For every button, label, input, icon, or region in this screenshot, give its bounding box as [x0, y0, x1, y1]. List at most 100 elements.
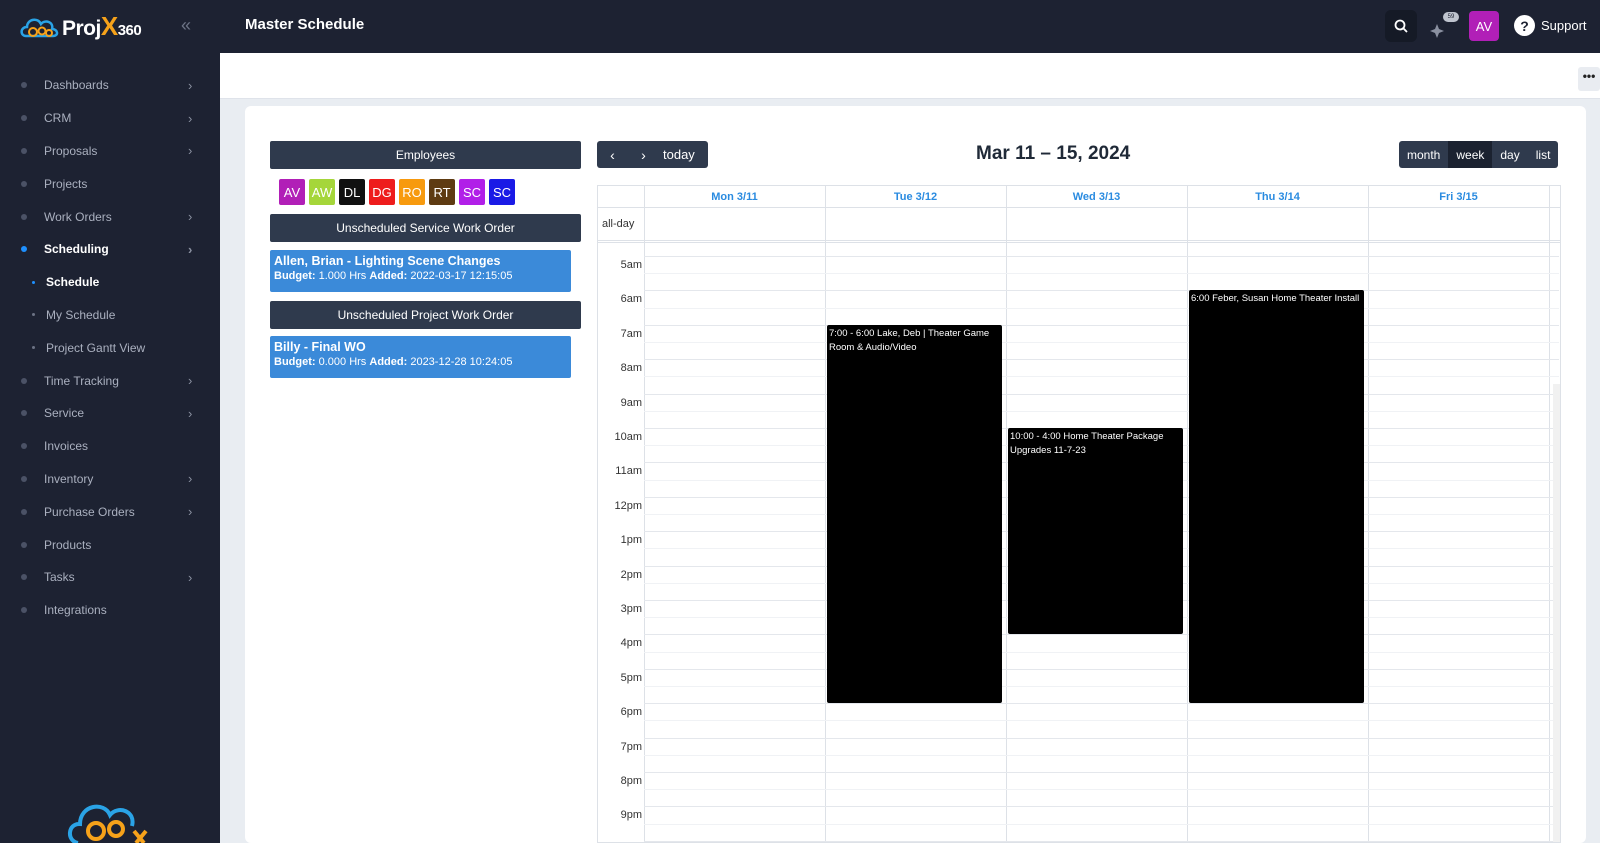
bullet-icon [21, 443, 27, 450]
employee-badge[interactable]: RT [429, 179, 455, 205]
sidebar-item-label: Dashboards [44, 78, 109, 93]
work-order-meta: Budget: 1.000 Hrs Added: 2022-03-17 12:1… [274, 270, 513, 282]
sidebar-subitem-label: Schedule [46, 275, 100, 290]
calendar-event[interactable]: 6:00 Feber, Susan Home Theater Install [1189, 290, 1364, 704]
calendar-event[interactable]: 10:00 - 4:00 Home Theater Package Upgrad… [1008, 428, 1183, 635]
employee-badge[interactable]: DL [339, 179, 365, 205]
calendar-scrollbar[interactable] [1553, 384, 1560, 842]
hour-gridline [644, 737, 1559, 739]
employee-badge[interactable]: AV [279, 179, 305, 205]
grid-divider [598, 207, 1560, 208]
bullet-icon [21, 180, 27, 187]
calendar-event[interactable]: 7:00 - 6:00 Lake, Deb | Theater Game Roo… [827, 324, 1002, 704]
search-button[interactable] [1385, 10, 1417, 42]
time-grid: 5am 6am 7am 8am 9am 10am 11am 12pm 1pm 2pm 3pm 4pm 5… [598, 242, 1560, 842]
half-hour-gridline [644, 651, 1559, 653]
employee-badge[interactable]: SC [489, 179, 515, 205]
sidebar-item-dashboards[interactable]: Dashboards › [0, 69, 220, 102]
time-slot-label: 7pm [620, 740, 642, 753]
sidebar-item-label: Projects [44, 176, 88, 191]
bullet-icon [21, 574, 27, 581]
hour-gridline [644, 359, 1559, 361]
sidebar-item-inventory[interactable]: Inventory › [0, 463, 220, 496]
sidebar-subitem-label: Project Gantt View [46, 340, 146, 355]
time-slot-label: 9pm [620, 809, 642, 822]
hour-gridline [644, 703, 1559, 705]
day-column-header[interactable]: Wed 3/13 [1006, 186, 1187, 207]
hour-gridline [644, 772, 1559, 773]
half-hour-gridline [644, 376, 1559, 378]
view-day-button[interactable]: day [1492, 141, 1528, 168]
bullet-icon [32, 346, 35, 350]
sidebar-item-invoices[interactable]: Invoices [0, 430, 220, 463]
collapse-sidebar-icon[interactable]: « [181, 15, 191, 36]
chevron-right-icon: › [188, 405, 193, 421]
employee-filter-list: AV AW DL DG RO RT SC SC [279, 179, 515, 205]
time-slot-label: 6pm [620, 706, 642, 719]
sidebar-item-purchase-orders[interactable]: Purchase Orders › [0, 495, 220, 528]
hour-gridline [644, 324, 1559, 326]
sidebar-item-label: Service [44, 406, 85, 421]
view-month-button[interactable]: month [1399, 141, 1449, 168]
support-link[interactable]: ? Support [1514, 15, 1587, 36]
calendar-title: Mar 11 – 15, 2024 [976, 143, 1131, 164]
sidebar-item-work-orders[interactable]: Work Orders › [0, 200, 220, 233]
bullet-icon [32, 313, 35, 317]
sidebar-item-integrations[interactable]: Integrations [0, 594, 220, 627]
employee-badge[interactable]: AW [309, 179, 335, 205]
chevron-right-icon: › [188, 143, 193, 159]
bullet-icon [21, 115, 27, 122]
unscheduled-service-header: Unscheduled Service Work Order [270, 214, 581, 242]
next-week-button[interactable]: › [628, 147, 659, 163]
sidebar-item-tasks[interactable]: Tasks › [0, 561, 220, 594]
project-work-order-card[interactable]: Billy - Final WO Budget: 0.000 Hrs Added… [270, 336, 571, 378]
half-hour-gridline [644, 789, 1559, 791]
sidebar-item-crm[interactable]: CRM › [0, 102, 220, 135]
bullet-icon [21, 377, 27, 384]
sub-bar: ••• [220, 53, 1600, 99]
bullet-icon [21, 475, 27, 482]
day-column-header[interactable]: Mon 3/11 [644, 186, 825, 207]
prev-week-button[interactable]: ‹ [597, 147, 628, 163]
bullet-icon [21, 508, 27, 515]
user-avatar[interactable]: AV [1469, 11, 1499, 41]
today-button[interactable]: today [663, 147, 695, 162]
employee-badge[interactable]: DG [369, 179, 395, 205]
sidebar-item-label: Work Orders [44, 209, 112, 224]
sidebar-item-label: Scheduling [44, 242, 109, 257]
day-column-header[interactable]: Thu 3/14 [1187, 186, 1368, 207]
sidebar-subitem-my-schedule[interactable]: My Schedule [0, 299, 220, 332]
sidebar-subitem-schedule[interactable]: Schedule [0, 266, 220, 299]
time-slot-label: 1pm [620, 534, 642, 547]
help-icon: ? [1514, 15, 1535, 36]
sidebar-item-label: Proposals [44, 143, 98, 158]
sidebar-item-proposals[interactable]: Proposals › [0, 135, 220, 168]
view-week-button[interactable]: week [1448, 141, 1493, 168]
top-bar: Master Schedule 59 AV ? Support [220, 0, 1600, 53]
sidebar-subitem-project-gantt-view[interactable]: Project Gantt View [0, 331, 220, 364]
sidebar-item-label: Invoices [44, 439, 89, 454]
time-slot-label: 3pm [620, 603, 642, 615]
sidebar-item-time-tracking[interactable]: Time Tracking › [0, 364, 220, 397]
time-slot-label: 7am [620, 327, 642, 340]
sidebar-item-products[interactable]: Products [0, 528, 220, 561]
work-order-title: Allen, Brian - Lighting Scene Changes [274, 254, 501, 268]
more-options-button[interactable]: ••• [1578, 67, 1600, 91]
hour-gridline [644, 806, 1559, 808]
chevron-right-icon: › [188, 241, 193, 257]
sidebar-item-service[interactable]: Service › [0, 397, 220, 430]
view-list-button[interactable]: list [1527, 141, 1559, 168]
logo-text: ProjX360 [62, 11, 142, 41]
day-column-header[interactable]: Fri 3/15 [1368, 186, 1549, 207]
sidebar: ProjX360 « Dashboards › CRM › Proposals › Proj… [0, 0, 220, 843]
service-work-order-card[interactable]: Allen, Brian - Lighting Scene Changes Bu… [270, 250, 571, 292]
chevron-right-icon: › [188, 77, 193, 93]
half-hour-gridline [644, 720, 1559, 722]
half-hour-gridline [644, 823, 1559, 825]
employee-badge[interactable]: RO [399, 179, 425, 205]
time-slot-label: 5am [620, 259, 642, 271]
employee-badge[interactable]: SC [459, 179, 485, 205]
day-column-header[interactable]: Tue 3/12 [825, 186, 1006, 207]
sidebar-item-scheduling[interactable]: Scheduling › [0, 233, 220, 266]
sidebar-item-projects[interactable]: Projects [0, 167, 220, 200]
